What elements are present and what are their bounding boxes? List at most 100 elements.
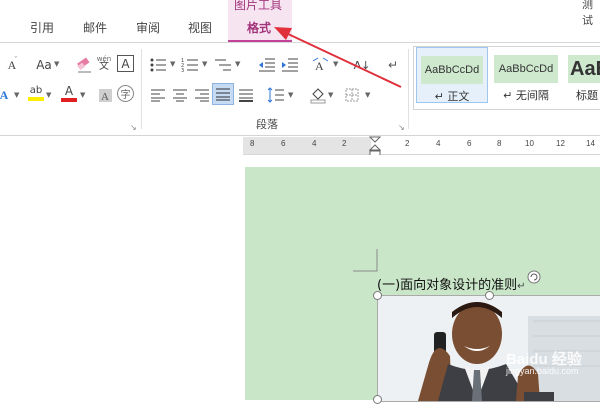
ruler-number: 8	[250, 139, 255, 148]
resize-handle-top-left[interactable]	[373, 291, 382, 300]
resize-handle-top-middle[interactable]	[485, 291, 494, 300]
align-left-icon	[151, 89, 165, 102]
chevron-down-icon: ▼	[14, 91, 20, 99]
line-spacing-icon	[267, 87, 284, 103]
style-normal[interactable]: AaBbCcDd ↵ 正文	[416, 47, 488, 103]
font-color-icon: A	[64, 83, 74, 98]
change-case-icon: Aa	[36, 58, 52, 72]
styles-gallery: AaBbCcDd ↵ 正文 AaBbCcDd ↵ 无间隔 AaB 标题	[413, 46, 600, 110]
increase-indent-button[interactable]	[280, 55, 300, 75]
align-center-icon	[173, 89, 187, 102]
tab-view[interactable]: 视图	[188, 19, 212, 36]
font-dialog-launcher[interactable]: ↘	[130, 123, 137, 132]
style-heading-preview: AaB	[568, 55, 600, 83]
ribbon-tab-row: 引用 邮件 审阅 视图	[0, 0, 600, 42]
align-right-icon	[195, 89, 209, 102]
style-no-spacing-preview: AaBbCcDd	[494, 55, 558, 83]
char-border-icon: A	[121, 56, 130, 71]
paragraph-dialog-launcher[interactable]: ↘	[398, 123, 405, 132]
align-right-button[interactable]	[192, 85, 212, 105]
ruler-number: 4	[312, 139, 317, 148]
shading-button[interactable]	[308, 85, 328, 105]
chevron-down-icon: ▼	[46, 91, 52, 99]
tab-mailings[interactable]: 邮件	[83, 19, 107, 36]
ruler-number: 2	[342, 139, 347, 148]
corner-tab[interactable]: 测试	[582, 0, 600, 28]
chinese-layout-icon: A	[312, 57, 329, 73]
chevron-down-icon: ▼	[235, 60, 241, 68]
enclose-char-button[interactable]: 字	[117, 85, 134, 102]
document-page[interactable]: (一)面向对象设计的准则↵ Baidu 经验 jingyan.baidu.com	[245, 167, 600, 404]
line-spacing-button[interactable]	[266, 85, 286, 105]
font-color-button[interactable]: A	[59, 83, 79, 103]
align-left-button[interactable]	[148, 85, 168, 105]
ruler-number: 6	[281, 139, 286, 148]
rotate-handle-icon[interactable]	[526, 269, 542, 285]
chevron-down-icon: ▼	[333, 60, 339, 68]
multilevel-list-icon	[215, 59, 231, 71]
style-no-spacing[interactable]: AaBbCcDd ↵ 无间隔	[490, 47, 562, 103]
chevron-down-icon: ▼	[202, 60, 208, 68]
chevron-down-icon: ▼	[54, 60, 60, 68]
margin-corner-mark	[353, 249, 378, 272]
tab-review[interactable]: 审阅	[136, 19, 160, 36]
bullets-button[interactable]	[148, 55, 168, 75]
chinese-layout-button[interactable]: A	[310, 55, 334, 75]
style-normal-preview: AaBbCcDd	[421, 56, 483, 84]
chevron-down-icon: ▼	[170, 60, 176, 68]
font-color-bar	[61, 97, 77, 102]
shrink-font-button[interactable]: A	[2, 55, 22, 75]
highlight-button[interactable]: ab	[26, 83, 46, 103]
clear-format-button[interactable]	[74, 55, 94, 75]
multilevel-list-button[interactable]	[213, 55, 233, 75]
style-heading[interactable]: AaB 标题	[564, 47, 600, 103]
inserted-picture[interactable]: Baidu 经验 jingyan.baidu.com	[377, 295, 600, 402]
chevron-down-icon: ▼	[80, 91, 86, 99]
tab-references[interactable]: 引用	[30, 19, 54, 36]
watermark-url: jingyan.baidu.com	[506, 366, 579, 376]
chevron-down-icon: ˇ	[14, 56, 18, 64]
svg-text:A: A	[101, 91, 109, 103]
bullet-list-icon	[150, 58, 166, 72]
horizontal-ruler[interactable]: 8 6 4 2 2 4 6 8 10 12 14	[243, 136, 600, 158]
group-separator	[141, 49, 142, 129]
paint-bucket-icon	[310, 88, 326, 104]
tab-format[interactable]: 格式	[247, 19, 271, 36]
decrease-indent-icon	[259, 58, 275, 72]
style-normal-name: ↵ 正文	[434, 90, 470, 103]
increase-indent-icon	[282, 58, 298, 72]
distributed-icon	[239, 89, 253, 102]
borders-icon	[345, 88, 359, 102]
document-heading[interactable]: (一)面向对象设计的准则↵	[377, 274, 526, 293]
borders-button[interactable]	[342, 85, 362, 105]
ruler-margin-area	[243, 137, 371, 154]
text-effects-button[interactable]: A	[0, 85, 14, 105]
heading-text: (一)面向对象设计的准则	[377, 278, 518, 293]
ruler-number: 8	[497, 139, 502, 148]
char-shading-button[interactable]: A	[95, 85, 115, 105]
char-shading-icon: A	[99, 89, 112, 103]
picture-tools-title: 图片工具	[234, 0, 283, 12]
character-border-button[interactable]: A	[117, 55, 134, 72]
justify-icon	[216, 88, 230, 101]
phonetic-bottom-text: 文	[99, 61, 109, 72]
ruler-number: 12	[556, 139, 565, 148]
style-no-spacing-name: ↵ 无间隔	[503, 89, 549, 102]
phonetic-guide-button[interactable]: wén 文	[94, 53, 114, 73]
pilcrow-icon: ↵	[387, 58, 399, 72]
sort-button[interactable]: A↓	[352, 55, 372, 75]
chevron-down-icon: ▼	[328, 91, 334, 99]
numbering-button[interactable]: 123	[180, 55, 200, 75]
distributed-button[interactable]	[236, 85, 256, 105]
enclose-char-icon: 字	[120, 90, 131, 101]
justify-button[interactable]	[212, 83, 234, 105]
svg-text:A: A	[315, 59, 324, 73]
decrease-indent-button[interactable]	[257, 55, 277, 75]
sort-icon: A↓	[353, 58, 371, 72]
chevron-down-icon: ▼	[365, 91, 371, 99]
align-center-button[interactable]	[170, 85, 190, 105]
chevron-down-icon: ▼	[288, 91, 294, 99]
ruler-number: 14	[586, 139, 595, 148]
style-heading-name: 标题	[576, 89, 598, 102]
show-formatting-button[interactable]: ↵	[383, 55, 403, 75]
